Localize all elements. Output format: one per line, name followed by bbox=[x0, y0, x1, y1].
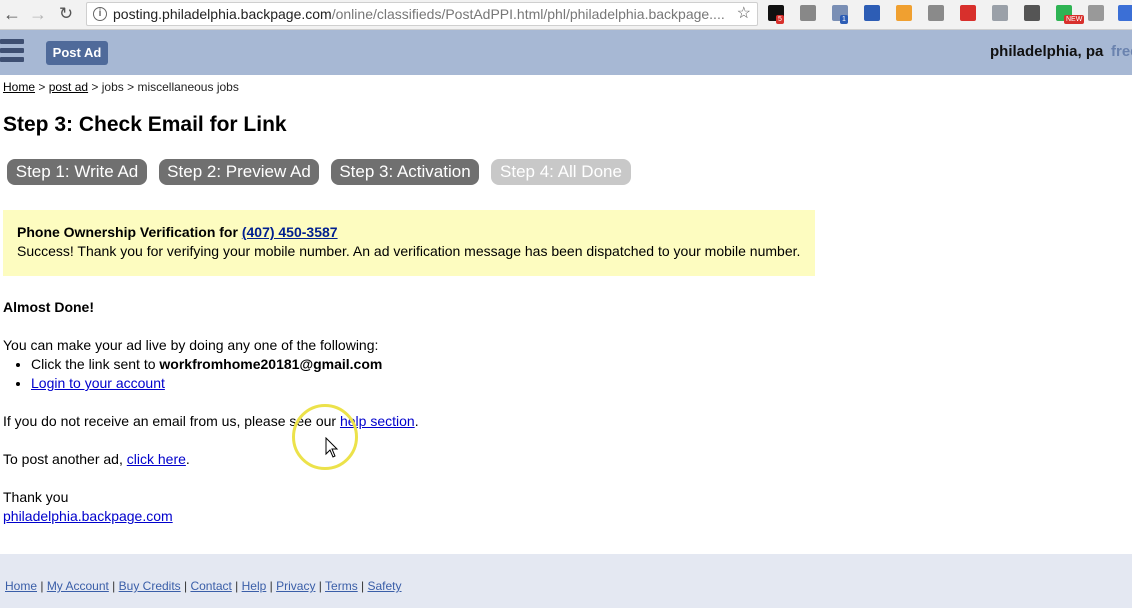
footer: Home | My Account | Buy Credits | Contac… bbox=[0, 554, 1132, 608]
footer-separator: | bbox=[108, 579, 119, 593]
click-here-link[interactable]: click here bbox=[127, 451, 186, 467]
city-label: philadelphia, pa bbox=[990, 43, 1104, 60]
dropbox-icon[interactable] bbox=[992, 5, 1008, 21]
footer-separator: | bbox=[180, 579, 191, 593]
footer-link-privacy[interactable]: Privacy bbox=[276, 579, 315, 593]
orange-ext-icon[interactable] bbox=[896, 5, 912, 21]
footer-link-contact[interactable]: Contact bbox=[190, 579, 231, 593]
bookmark-icon[interactable] bbox=[864, 5, 880, 21]
notice-heading: Phone Ownership Verification for (407) 4… bbox=[17, 224, 338, 240]
list-item: Click the link sent to workfromhome20181… bbox=[31, 355, 419, 374]
footer-link-safety[interactable]: Safety bbox=[368, 579, 402, 593]
step-activation: Step 3: Activation bbox=[331, 159, 479, 185]
menu-icon[interactable] bbox=[0, 39, 26, 65]
reload-icon[interactable]: ↻ bbox=[56, 4, 76, 24]
footer-link-home[interactable]: Home bbox=[5, 579, 37, 593]
address-url: posting.philadelphia.backpage.com/online… bbox=[113, 6, 725, 22]
page-title: Step 3: Check Email for Link bbox=[3, 113, 287, 136]
forward-arrow-icon[interactable]: → bbox=[28, 4, 48, 24]
post-another-text: To post another ad, click here. bbox=[3, 451, 190, 467]
login-link[interactable]: Login to your account bbox=[31, 375, 165, 391]
evernote-icon[interactable] bbox=[1024, 5, 1040, 21]
options-list: Click the link sent to workfromhome20181… bbox=[3, 355, 419, 393]
extension-badge: 1 bbox=[840, 15, 848, 24]
phone-number-link[interactable]: (407) 450-3587 bbox=[242, 224, 338, 240]
info-icon[interactable]: i bbox=[93, 7, 107, 21]
footer-separator: | bbox=[37, 579, 47, 593]
notice-message: Success! Thank you for verifying your mo… bbox=[17, 243, 801, 259]
footer-link-buy-credits[interactable]: Buy Credits bbox=[119, 579, 181, 593]
breadcrumb-home-link[interactable]: Home bbox=[3, 80, 35, 94]
step-write-ad: Step 1: Write Ad bbox=[7, 159, 147, 185]
footer-link-terms[interactable]: Terms bbox=[325, 579, 358, 593]
blue-puzzle-icon[interactable] bbox=[1118, 5, 1132, 21]
step-all-done: Step 4: All Done bbox=[491, 159, 631, 185]
email-address: workfromhome20181@gmail.com bbox=[159, 356, 383, 372]
footer-separator: | bbox=[231, 579, 242, 593]
site-header: Post Ad philadelphia, pa free bbox=[0, 30, 1132, 75]
code-icon[interactable] bbox=[928, 5, 944, 21]
instructions-text: You can make your ad live by doing any o… bbox=[3, 337, 379, 353]
gray-square-icon[interactable] bbox=[1088, 5, 1104, 21]
breadcrumb-separator: > bbox=[35, 80, 49, 94]
mouse-pointer-icon bbox=[325, 437, 339, 458]
free-link[interactable]: free bbox=[1111, 43, 1132, 60]
extension-badge: 5 bbox=[776, 15, 784, 24]
step-preview-ad: Step 2: Preview Ad bbox=[159, 159, 319, 185]
footer-separator: | bbox=[315, 579, 326, 593]
extension-badge: NEW bbox=[1064, 15, 1085, 24]
bookmark-star-icon[interactable]: ☆ bbox=[737, 3, 751, 25]
main-content: Almost Done! You can make your ad live b… bbox=[3, 298, 419, 526]
footer-link-my-account[interactable]: My Account bbox=[47, 579, 109, 593]
thank-you-text: Thank you bbox=[3, 489, 69, 505]
footer-links: Home | My Account | Buy Credits | Contac… bbox=[5, 579, 402, 593]
almost-done-heading: Almost Done! bbox=[3, 299, 94, 315]
footer-separator: | bbox=[266, 579, 277, 593]
site-home-link[interactable]: philadelphia.backpage.com bbox=[3, 508, 173, 524]
verification-notice: Phone Ownership Verification for (407) 4… bbox=[3, 210, 815, 276]
gray-circle-icon[interactable] bbox=[800, 5, 816, 21]
footer-link-help[interactable]: Help bbox=[242, 579, 267, 593]
post-ad-button[interactable]: Post Ad bbox=[46, 41, 108, 65]
breadcrumb: Home > post ad > jobs > miscellaneous jo… bbox=[3, 80, 239, 94]
breadcrumb-category: > jobs > miscellaneous jobs bbox=[88, 80, 239, 94]
breadcrumb-post-ad-link[interactable]: post ad bbox=[49, 80, 88, 94]
list-item: Login to your account bbox=[31, 374, 419, 393]
browser-toolbar: ← → ↻ i posting.philadelphia.backpage.co… bbox=[0, 0, 1132, 30]
footer-separator: | bbox=[357, 579, 368, 593]
back-arrow-icon[interactable]: ← bbox=[2, 4, 22, 24]
address-bar[interactable]: i posting.philadelphia.backpage.com/onli… bbox=[86, 2, 758, 26]
red-dots-icon[interactable] bbox=[960, 5, 976, 21]
